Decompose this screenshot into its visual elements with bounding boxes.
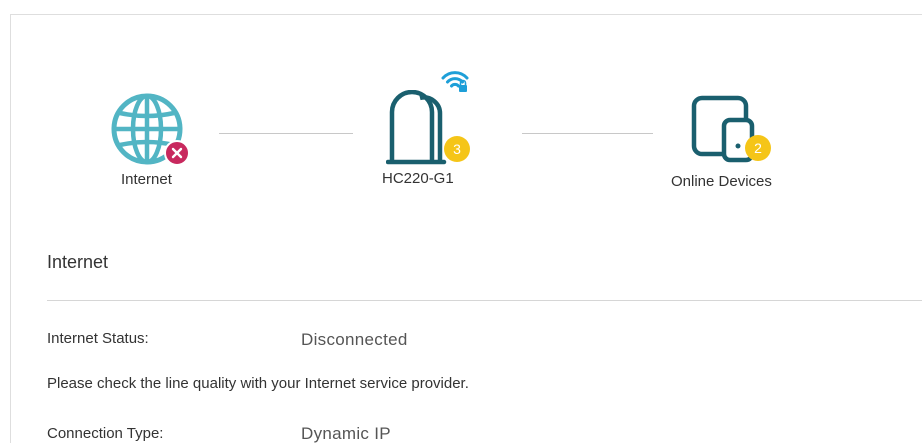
disconnected-x-icon <box>164 140 190 166</box>
online-devices-node[interactable]: 2 <box>688 94 778 168</box>
internet-label: Internet <box>121 171 172 188</box>
isp-note: Please check the line quality with your … <box>47 375 469 392</box>
router-icon <box>386 90 447 165</box>
internet-status-value: Disconnected <box>301 330 408 349</box>
connection-type-label: Connection Type: <box>47 425 164 442</box>
router-node[interactable]: 3 <box>380 68 480 168</box>
section-title: Internet <box>47 252 109 272</box>
device-label: HC220-G1 <box>382 170 454 187</box>
connected-clients-badge: 3 <box>444 136 470 162</box>
section-divider <box>47 300 922 301</box>
connection-type-value: Dynamic IP <box>301 424 391 443</box>
connector-line-right <box>522 133 653 134</box>
connector-line-left <box>219 133 353 134</box>
online-devices-badge: 2 <box>745 135 771 161</box>
internet-status-label: Internet Status: <box>47 330 149 347</box>
online-devices-label: Online Devices <box>671 173 772 190</box>
internet-node[interactable] <box>108 92 190 166</box>
